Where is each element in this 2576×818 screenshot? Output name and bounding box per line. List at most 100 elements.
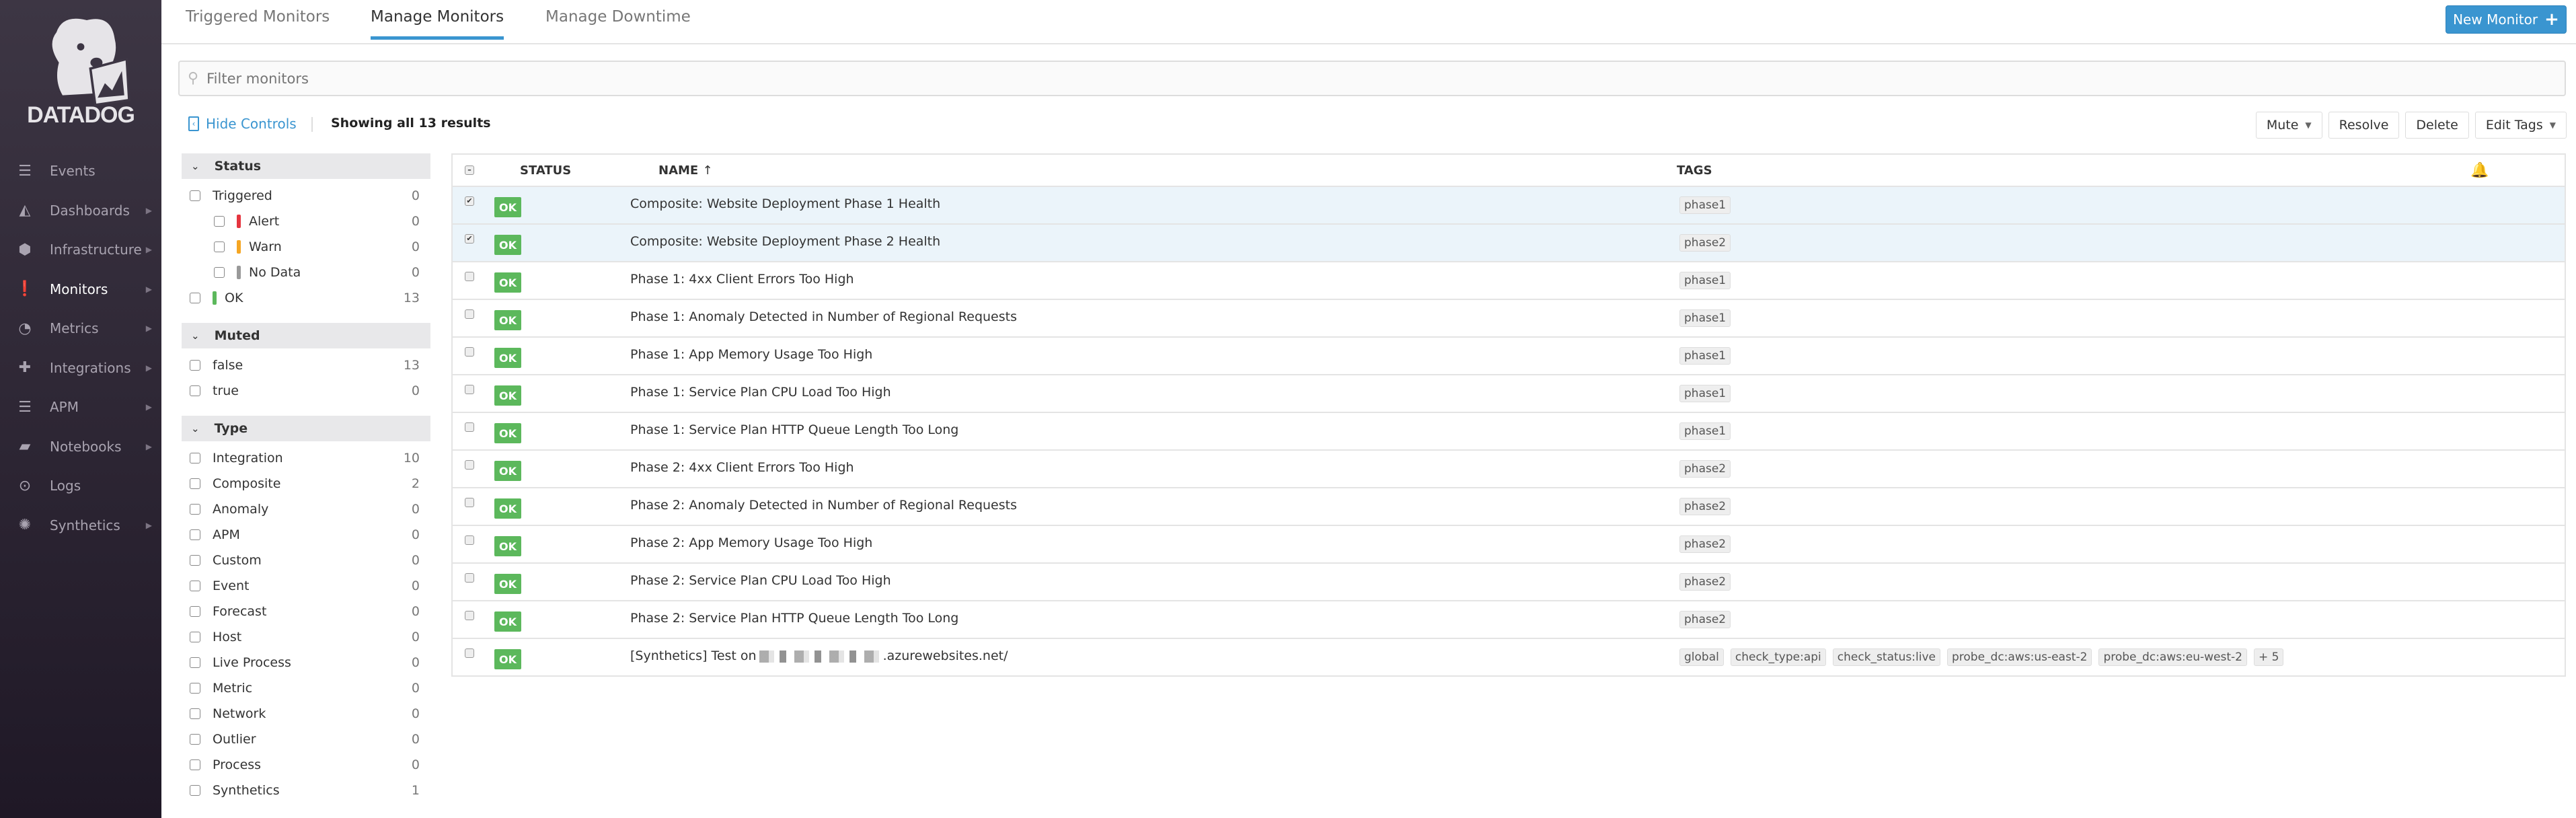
facet-option-warn[interactable]: Warn0	[182, 234, 430, 260]
filter-monitors-input[interactable]	[206, 71, 2224, 87]
facet-option-custom[interactable]: Custom0	[182, 548, 430, 573]
tab-triggered-monitors[interactable]: Triggered Monitors	[186, 8, 330, 36]
table-row[interactable]: OK Phase 2: App Memory Usage Too High ph…	[453, 526, 2565, 564]
column-name[interactable]: NAME ↑	[658, 163, 713, 178]
table-row[interactable]: OK Phase 1: App Memory Usage Too High ph…	[453, 338, 2565, 375]
row-checkbox[interactable]	[465, 648, 474, 658]
checkbox[interactable]	[190, 734, 200, 745]
monitor-name-link[interactable]: Phase 2: 4xx Client Errors Too High	[630, 460, 854, 475]
monitor-name-link[interactable]: Phase 1: Anomaly Detected in Number of R…	[630, 309, 1017, 324]
checkbox[interactable]	[190, 555, 200, 566]
monitor-name-link[interactable]: Phase 1: Service Plan CPU Load Too High	[630, 385, 891, 400]
checkbox[interactable]	[190, 683, 200, 694]
tab-manage-downtime[interactable]: Manage Downtime	[545, 8, 691, 36]
row-checkbox[interactable]	[465, 460, 474, 470]
checkbox[interactable]	[190, 606, 200, 617]
facet-option-process[interactable]: Process0	[182, 752, 430, 778]
resolve-button[interactable]: Resolve	[2328, 112, 2400, 139]
facet-option-anomaly[interactable]: Anomaly0	[182, 496, 430, 522]
delete-button[interactable]: Delete	[2405, 112, 2468, 139]
nav-item-logs[interactable]: ⊙Logs	[0, 469, 161, 503]
hide-controls-button[interactable]: ‹Hide Controls	[188, 116, 297, 132]
tag[interactable]: check_type:api	[1731, 648, 1826, 666]
tag[interactable]: phase2	[1679, 234, 1731, 252]
facet-option-host[interactable]: Host0	[182, 624, 430, 650]
facet-header-status[interactable]: ⌄Status	[182, 153, 430, 179]
monitor-name-link[interactable]: Phase 2: Service Plan CPU Load Too High	[630, 573, 891, 588]
tag[interactable]: phase1	[1679, 385, 1731, 402]
tag[interactable]: phase2	[1679, 460, 1731, 478]
nav-item-synthetics[interactable]: ✺Synthetics▶	[0, 509, 161, 542]
facet-option-ok[interactable]: OK13	[182, 285, 430, 311]
facet-option-triggered[interactable]: Triggered0	[182, 183, 430, 209]
checkbox[interactable]	[190, 529, 200, 540]
monitor-name-link[interactable]: Composite: Website Deployment Phase 2 He…	[630, 234, 940, 249]
tag[interactable]: phase1	[1679, 347, 1731, 365]
monitor-name-link[interactable]: Phase 2: App Memory Usage Too High	[630, 535, 872, 550]
checkbox[interactable]	[190, 385, 200, 396]
checkbox[interactable]	[190, 360, 200, 371]
checkbox[interactable]	[214, 216, 225, 227]
tag[interactable]: phase1	[1679, 272, 1731, 289]
monitor-name-link[interactable]: Phase 2: Service Plan HTTP Queue Length …	[630, 611, 958, 626]
tag[interactable]: probe_dc:aws:eu-west-2	[2098, 648, 2247, 666]
monitor-name-link[interactable]: Composite: Website Deployment Phase 1 He…	[630, 196, 940, 211]
table-row[interactable]: OK Phase 1: 4xx Client Errors Too High p…	[453, 262, 2565, 300]
facet-option-outlier[interactable]: Outlier0	[182, 727, 430, 752]
tag[interactable]: phase2	[1679, 498, 1731, 515]
tag[interactable]: probe_dc:aws:us-east-2	[1947, 648, 2092, 666]
row-checkbox[interactable]	[465, 309, 474, 319]
nav-item-monitors[interactable]: ❗Monitors▶	[0, 272, 161, 306]
tag[interactable]: + 5	[2254, 648, 2283, 666]
table-row[interactable]: ✔ OK Composite: Website Deployment Phase…	[453, 187, 2565, 225]
facet-option-forecast[interactable]: Forecast0	[182, 599, 430, 624]
checkbox[interactable]	[190, 504, 200, 515]
checkbox[interactable]	[190, 190, 200, 201]
facet-header-type[interactable]: ⌄Type	[182, 416, 430, 441]
table-row[interactable]: OK Phase 1: Service Plan HTTP Queue Leng…	[453, 413, 2565, 451]
bell-icon[interactable]: 🔔	[2470, 162, 2489, 179]
checkbox[interactable]	[190, 759, 200, 770]
row-checkbox[interactable]	[465, 347, 474, 357]
nav-item-apm[interactable]: ☰APM▶	[0, 390, 161, 424]
checkbox[interactable]	[190, 785, 200, 796]
mute-button[interactable]: Mute▼	[2256, 112, 2322, 139]
tag[interactable]: phase2	[1679, 573, 1731, 591]
monitor-name-link[interactable]: Phase 2: Anomaly Detected in Number of R…	[630, 498, 1017, 513]
table-row[interactable]: OK [Synthetics] Test on.azurewebsites.ne…	[453, 639, 2565, 677]
nav-item-metrics[interactable]: ◔Metrics▶	[0, 311, 161, 345]
edit-tags-button[interactable]: Edit Tags▼	[2475, 112, 2567, 139]
nav-item-infrastructure[interactable]: ⬢Infrastructure▶	[0, 233, 161, 266]
facet-option-live-process[interactable]: Live Process0	[182, 650, 430, 675]
facet-option-alert[interactable]: Alert0	[182, 209, 430, 234]
monitor-name-link[interactable]: Phase 1: Service Plan HTTP Queue Length …	[630, 422, 958, 437]
checkbox[interactable]	[190, 453, 200, 463]
table-row[interactable]: OK Phase 2: Service Plan CPU Load Too Hi…	[453, 564, 2565, 601]
facet-option-apm[interactable]: APM0	[182, 522, 430, 548]
tag[interactable]: phase1	[1679, 196, 1731, 214]
facet-option-metric[interactable]: Metric0	[182, 675, 430, 701]
row-checkbox[interactable]	[465, 535, 474, 545]
row-checkbox[interactable]	[465, 498, 474, 507]
tag[interactable]: phase1	[1679, 309, 1731, 327]
checkbox[interactable]	[190, 581, 200, 591]
tag[interactable]: check_status:live	[1833, 648, 1940, 666]
table-row[interactable]: OK Phase 1: Anomaly Detected in Number o…	[453, 300, 2565, 338]
row-checkbox[interactable]	[465, 611, 474, 620]
facet-option-false[interactable]: false13	[182, 352, 430, 378]
row-checkbox[interactable]: ✔	[465, 196, 474, 206]
nav-item-events[interactable]: ☰Events	[0, 154, 161, 188]
facet-option-event[interactable]: Event0	[182, 573, 430, 599]
checkbox[interactable]	[190, 478, 200, 489]
facet-option-network[interactable]: Network0	[182, 701, 430, 727]
nav-item-notebooks[interactable]: ▰Notebooks▶	[0, 430, 161, 463]
row-checkbox[interactable]	[465, 573, 474, 583]
checkbox[interactable]	[214, 241, 225, 252]
select-all-checkbox[interactable]: –	[465, 165, 474, 175]
row-checkbox[interactable]	[465, 422, 474, 432]
row-checkbox[interactable]	[465, 272, 474, 281]
tag[interactable]: phase2	[1679, 535, 1731, 553]
table-row[interactable]: OK Phase 2: Service Plan HTTP Queue Leng…	[453, 601, 2565, 639]
facet-option-composite[interactable]: Composite2	[182, 471, 430, 496]
tag[interactable]: phase1	[1679, 422, 1731, 440]
